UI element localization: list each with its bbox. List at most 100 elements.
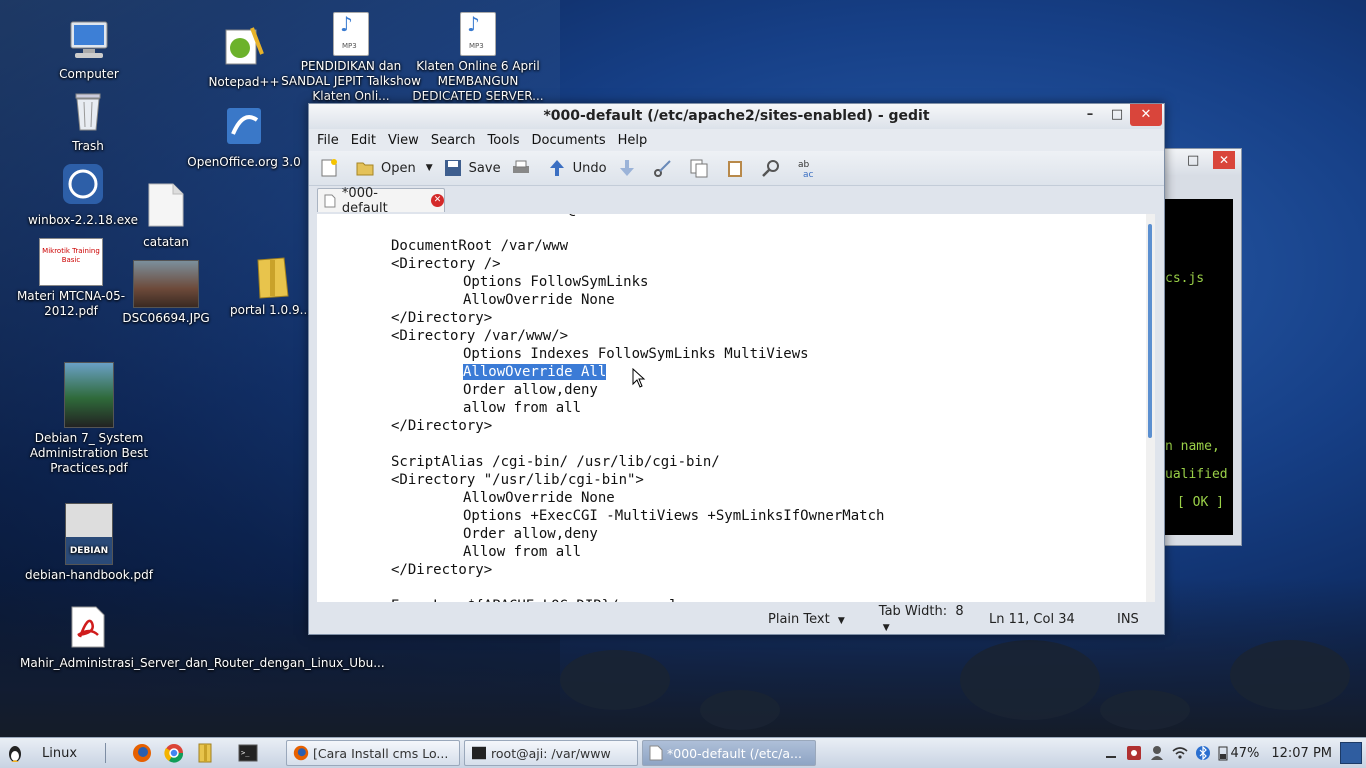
desktop-preview-button[interactable] bbox=[1340, 742, 1362, 764]
task-firefox[interactable]: [Cara Install cms Lo... bbox=[286, 740, 461, 766]
desktop-icon-debian-handbook[interactable]: DEBIAN debian-handbook.pdf bbox=[22, 503, 156, 583]
mp3-badge: MP3 bbox=[469, 42, 484, 50]
desktop-icon-computer[interactable]: Computer bbox=[48, 20, 130, 82]
terminal-screen[interactable]: cs.js n name, ualified [ OK ] bbox=[1163, 199, 1233, 535]
replace-button[interactable]: ab ac bbox=[797, 158, 823, 178]
tray-app[interactable] bbox=[1122, 741, 1146, 765]
copy-button[interactable] bbox=[689, 158, 715, 178]
desktop-icon-mahir-pdf[interactable]: Mahir_Administrasi_Server_dan_Router_den… bbox=[20, 605, 385, 671]
open-label: Open bbox=[381, 160, 416, 176]
tab-close-icon[interactable]: ✕ bbox=[431, 194, 444, 207]
paste-button[interactable] bbox=[725, 158, 751, 178]
undo-button[interactable]: Undo bbox=[547, 158, 607, 178]
desktop-icon-label: debian-handbook.pdf bbox=[25, 568, 153, 582]
tray-bluetooth[interactable] bbox=[1192, 741, 1214, 765]
code-line: </Directory> bbox=[391, 418, 493, 434]
taskbar-separator bbox=[105, 743, 107, 763]
code-line: Options FollowSymLinks bbox=[463, 274, 649, 290]
terminal-titlebar[interactable]: □ ✕ bbox=[1163, 149, 1241, 175]
launcher-archive[interactable] bbox=[190, 741, 220, 765]
desktop-icon-notepadpp[interactable]: Notepad++ bbox=[203, 24, 285, 90]
menu-edit[interactable]: Edit bbox=[351, 133, 376, 148]
find-button[interactable] bbox=[761, 158, 787, 178]
launcher-terminal[interactable]: >_ bbox=[232, 741, 264, 765]
desktop-icon-photo[interactable]: DSC06694.JPG bbox=[118, 260, 214, 326]
document-tab-label: *000-default bbox=[341, 185, 388, 216]
desktop-icon-catatan[interactable]: catatan bbox=[130, 182, 202, 250]
text-editor[interactable]: ServerAdmin webmaster@localhost DocumentR… bbox=[317, 214, 1155, 602]
openoffice-app-icon bbox=[227, 108, 261, 144]
desktop-icon-openoffice[interactable]: OpenOffice.org 3.0 bbox=[184, 104, 304, 170]
book-cover-thumbnail bbox=[64, 362, 114, 428]
menu-file[interactable]: File bbox=[317, 133, 339, 148]
menu-search[interactable]: Search bbox=[431, 133, 476, 148]
cut-button[interactable] bbox=[653, 158, 679, 178]
desktop-icon-trash[interactable]: Trash bbox=[50, 88, 126, 154]
task-label: *000-default (/etc/a... bbox=[667, 745, 802, 761]
code-line: AllowOverride All bbox=[463, 363, 607, 381]
maximize-button[interactable]: □ bbox=[1104, 104, 1130, 126]
tray-wifi[interactable] bbox=[1168, 741, 1192, 765]
launcher-chrome[interactable] bbox=[158, 741, 190, 765]
tab-width-label: Tab Width: 8 bbox=[878, 604, 964, 619]
desktop-icon-portal[interactable]: portal 1.0.9... bbox=[226, 256, 308, 318]
redo-button[interactable] bbox=[617, 158, 643, 178]
wifi-icon bbox=[1172, 747, 1188, 759]
terminal-line: n name, bbox=[1165, 439, 1220, 454]
open-folder-icon bbox=[356, 162, 374, 176]
pdf-thumbnail: Mikrotik Training Basic bbox=[39, 238, 103, 286]
scrollbar-thumb[interactable] bbox=[1148, 224, 1152, 438]
menu-help[interactable]: Help bbox=[618, 133, 648, 148]
desktop-icon-mp3-klaten[interactable]: ♪ MP3 Klaten Online 6 April MEMBANGUN DE… bbox=[410, 12, 546, 104]
terminal-window-background[interactable]: □ ✕ cs.js n name, ualified [ OK ] bbox=[1162, 148, 1242, 546]
cursor-position: Ln 11, Col 34 bbox=[989, 611, 1075, 627]
code-line: Order allow,deny bbox=[463, 382, 598, 398]
show-desktop-button[interactable] bbox=[1100, 741, 1122, 765]
redo-arrow-icon bbox=[619, 160, 634, 176]
document-tab[interactable]: *000-default ✕ bbox=[317, 186, 445, 216]
menu-documents[interactable]: Documents bbox=[532, 133, 606, 148]
undo-arrow-icon bbox=[549, 160, 564, 176]
code-line: Order allow,deny bbox=[463, 526, 598, 542]
maximize-icon[interactable]: □ bbox=[1187, 153, 1199, 168]
terminal-line: cs.js bbox=[1165, 271, 1205, 286]
desktop-icon-mp3-pendidikan[interactable]: ♪ MP3 PENDIDIKAN dan SANDAL JEPIT Talksh… bbox=[280, 12, 422, 104]
open-button[interactable]: Open ▼ bbox=[355, 158, 433, 178]
menu-tools[interactable]: Tools bbox=[487, 133, 519, 148]
terminal-icon: >_ bbox=[238, 744, 258, 762]
close-icon[interactable]: ✕ bbox=[1213, 151, 1235, 169]
print-button[interactable] bbox=[511, 158, 537, 178]
task-terminal[interactable]: root@aji: /var/www bbox=[464, 740, 639, 766]
vertical-scrollbar[interactable] bbox=[1146, 214, 1155, 602]
clock[interactable]: 12:07 PM bbox=[1263, 741, 1340, 765]
tray-user[interactable] bbox=[1146, 741, 1168, 765]
clipboard-icon bbox=[727, 161, 742, 177]
mp3-badge: MP3 bbox=[342, 42, 357, 50]
window-titlebar[interactable]: *000-default (/etc/apache2/sites-enabled… bbox=[309, 104, 1164, 129]
task-gedit[interactable]: *000-default (/etc/a... bbox=[642, 740, 817, 766]
code-line: Allow from all bbox=[463, 544, 582, 560]
tray-battery[interactable]: 47% bbox=[1214, 741, 1263, 765]
battery-percent: 47% bbox=[1230, 745, 1260, 761]
start-menu-button[interactable]: Linux bbox=[0, 741, 83, 765]
wallpaper-rock bbox=[560, 650, 670, 710]
close-button[interactable]: ✕ bbox=[1130, 104, 1162, 126]
battery-icon bbox=[1218, 746, 1228, 761]
save-button[interactable]: Save bbox=[443, 158, 501, 178]
menu-view[interactable]: View bbox=[388, 133, 419, 148]
desktop-icon-winbox[interactable]: winbox-2.2.18.exe bbox=[22, 162, 144, 228]
chevron-down-icon[interactable]: ▼ bbox=[426, 163, 433, 173]
tab-width-selector[interactable]: Tab Width: 8 ▼ bbox=[854, 589, 964, 649]
language-selector[interactable]: Plain Text ▼ bbox=[768, 612, 845, 627]
gedit-window[interactable]: *000-default (/etc/apache2/sites-enabled… bbox=[308, 103, 1165, 635]
minimize-button[interactable]: – bbox=[1077, 104, 1103, 126]
new-document-icon bbox=[321, 159, 337, 177]
launcher-firefox[interactable] bbox=[126, 741, 158, 765]
desktop-icon-label: DSC06694.JPG bbox=[122, 311, 210, 325]
desktop-icon-label: Trash bbox=[72, 139, 104, 153]
desktop-icon-debian7-pdf[interactable]: Debian 7_ System Administration Best Pra… bbox=[28, 362, 150, 476]
code-line: allow from all bbox=[463, 400, 582, 416]
new-button[interactable] bbox=[319, 158, 345, 178]
task-label: [Cara Install cms Lo... bbox=[313, 745, 449, 761]
desktop-icon-materi-pdf[interactable]: Mikrotik Training Basic Materi MTCNA-05-… bbox=[14, 238, 128, 319]
